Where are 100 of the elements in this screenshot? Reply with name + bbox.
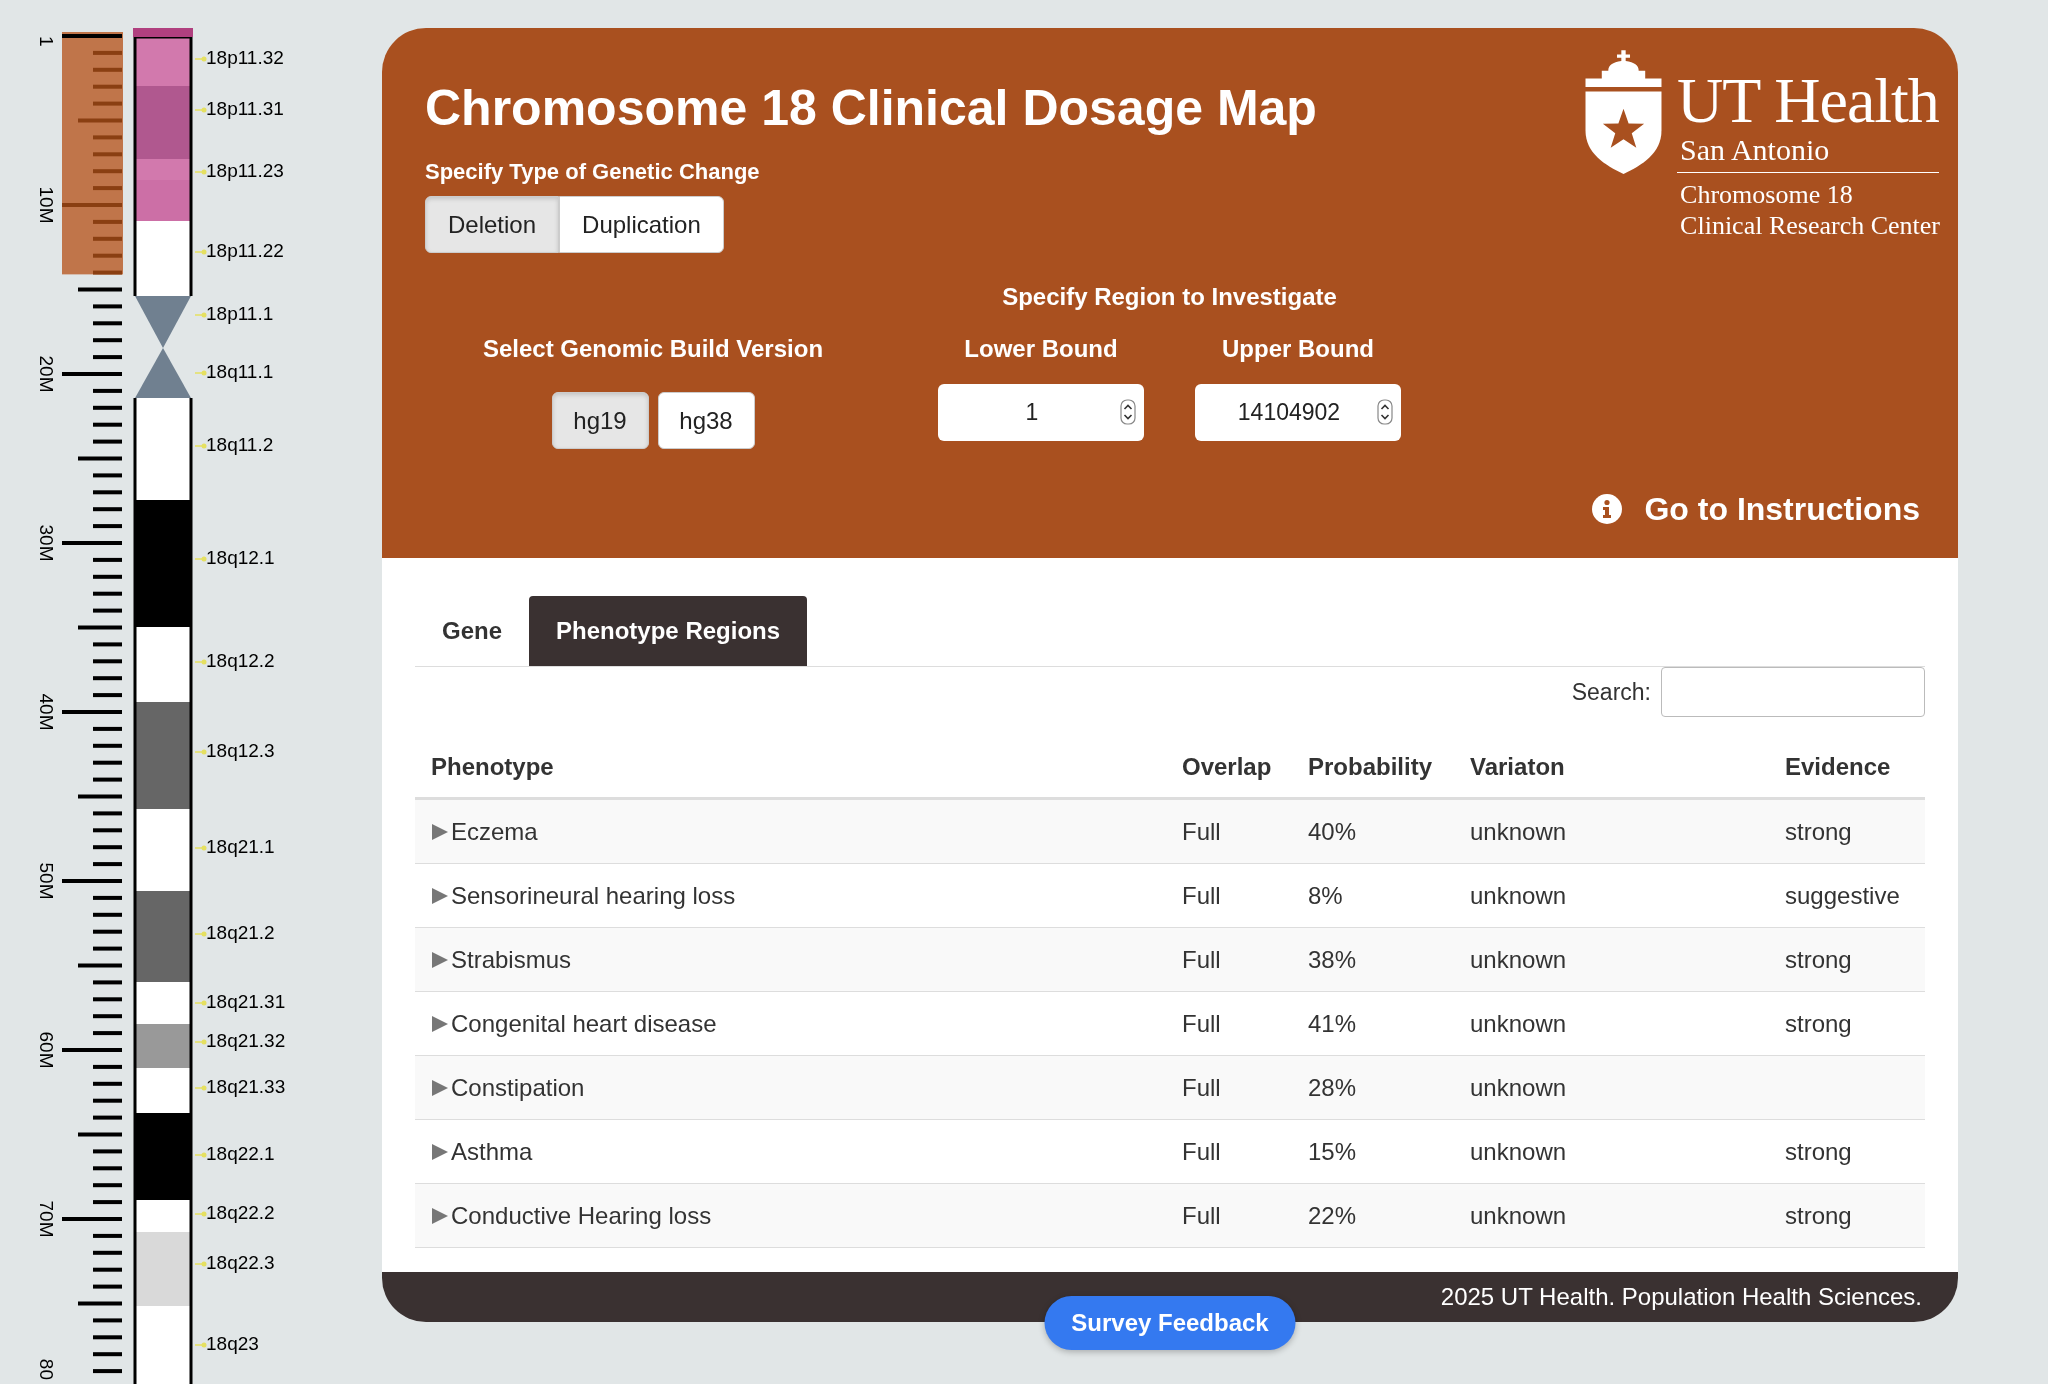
- table-cell-text: Strabismus: [451, 944, 572, 975]
- region-label: Specify Region to Investigate: [1002, 283, 1337, 311]
- leader-line: [194, 1152, 207, 1158]
- table-cell: Full: [1182, 945, 1221, 973]
- axis-label: 50M: [36, 862, 57, 900]
- logo-subtitle: San Antonio: [1677, 134, 1940, 173]
- toggle-button[interactable]: Duplication: [559, 196, 724, 253]
- bound-label: Upper Bound: [1222, 335, 1374, 363]
- table-cell-text: Congenital heart disease: [451, 1008, 717, 1039]
- expand-triangle-icon[interactable]: [431, 950, 449, 969]
- section-label: Specify Type of Genetic Change: [425, 158, 761, 186]
- axis-label: 80: [36, 1358, 57, 1380]
- expand-triangle-icon[interactable]: [431, 886, 449, 905]
- band-label: 18q23: [206, 1333, 259, 1354]
- search-label: Search:: [1571, 677, 1651, 707]
- table-cell: unknown: [1470, 1009, 1567, 1037]
- instructions-link[interactable]: Go to Instructions: [1592, 491, 1920, 527]
- column-header: Overlap: [1182, 752, 1272, 780]
- table-cell-text: Sensorineural hearing loss: [451, 880, 736, 911]
- survey-feedback-button[interactable]: Survey Feedback: [1044, 1296, 1296, 1350]
- band-label: 18q11.1: [206, 361, 274, 382]
- table-cell: strong: [1785, 945, 1852, 973]
- table-cell: unknown: [1470, 1201, 1567, 1229]
- table-row[interactable]: Conductive Hearing loss Full 22% unknown strong: [415, 1184, 1925, 1248]
- band-label: 18q12.3: [206, 740, 275, 761]
- expand-triangle-icon[interactable]: [431, 1014, 449, 1033]
- toggle-button[interactable]: hg38: [657, 392, 755, 449]
- axis-label: 1: [36, 36, 57, 47]
- axis-label: 40M: [36, 693, 57, 731]
- band-label: 18p11.23: [206, 160, 284, 181]
- table-cell: Full: [1182, 1201, 1221, 1229]
- toggle-button[interactable]: Deletion: [425, 196, 560, 253]
- axis-label: 70M: [36, 1200, 57, 1238]
- table-cell: suggestive: [1785, 881, 1900, 909]
- band-label: 18p11.22: [206, 240, 284, 261]
- search-field[interactable]: [1661, 667, 1925, 717]
- tab[interactable]: Gene: [415, 596, 530, 666]
- column-header: Probability: [1308, 752, 1433, 780]
- table-cell: 28%: [1308, 1073, 1357, 1101]
- leader-line: [194, 1261, 207, 1267]
- table-row[interactable]: Strabismus Full 38% unknown strong: [415, 928, 1925, 992]
- lower-bound-field[interactable]: 1: [938, 384, 1144, 441]
- table-cell: unknown: [1470, 1073, 1567, 1101]
- table-cell: unknown: [1470, 817, 1567, 845]
- band-label: 18q22.2: [206, 1202, 275, 1223]
- expand-triangle-icon[interactable]: [431, 1078, 449, 1097]
- leader-line: [194, 845, 207, 851]
- band-label: 18q12.2: [206, 650, 275, 671]
- band-label: 18q21.31: [206, 991, 286, 1012]
- table-cell: 8%: [1308, 881, 1343, 909]
- table-cell-text: Asthma: [451, 1136, 533, 1167]
- table-cell: 15%: [1308, 1137, 1357, 1165]
- expand-triangle-icon[interactable]: [431, 1206, 449, 1225]
- expand-triangle-icon[interactable]: [431, 1142, 449, 1161]
- leader-line: [194, 249, 207, 255]
- axis-label: 20M: [36, 355, 57, 393]
- table-cell: unknown: [1470, 945, 1567, 973]
- band-label: 18p11.31: [206, 98, 284, 119]
- table-cell: Full: [1182, 817, 1221, 845]
- column-header: Variaton: [1470, 752, 1565, 780]
- expand-triangle-icon[interactable]: [431, 822, 449, 841]
- band-label: 18q21.1: [206, 836, 275, 857]
- table-cell: 22%: [1308, 1201, 1357, 1229]
- table-cell: 40%: [1308, 817, 1357, 845]
- logo-name: UT Health: [1677, 68, 1940, 134]
- logo-text: Clinical Research Center: [1679, 210, 1940, 241]
- axis-label: 10M: [36, 186, 57, 224]
- upper-bound-field[interactable]: 14104902: [1195, 384, 1401, 441]
- band-label: 18q22.3: [206, 1252, 275, 1273]
- axis-label: 60M: [36, 1031, 57, 1069]
- page-title: Chromosome 18 Clinical Dosage Map: [425, 79, 1317, 138]
- info-icon: [1592, 494, 1623, 524]
- leader-line: [194, 556, 207, 562]
- leader-line: [194, 1211, 207, 1217]
- leader-line: [194, 443, 207, 449]
- bound-label: Lower Bound: [964, 335, 1118, 363]
- highlight-cap: [133, 28, 193, 37]
- table-cell-text: Constipation: [451, 1072, 585, 1103]
- band-label: 18q12.1: [206, 547, 275, 568]
- table-cell-text: Eczema: [451, 816, 538, 847]
- tab[interactable]: Phenotype Regions: [529, 596, 808, 666]
- table-cell: strong: [1785, 1137, 1852, 1165]
- spinner-icon: [1377, 399, 1393, 425]
- band-label: 18p11.1: [206, 303, 274, 324]
- band-label: 18q11.2: [206, 434, 274, 455]
- table-cell: unknown: [1470, 1137, 1567, 1165]
- leader-line: [194, 56, 207, 62]
- leader-line: [194, 370, 207, 376]
- table-cell-text: Conductive Hearing loss: [451, 1200, 712, 1231]
- build-label: Select Genomic Build Version: [482, 335, 824, 363]
- table-cell: strong: [1785, 1201, 1852, 1229]
- table-cell: Full: [1182, 1073, 1221, 1101]
- toggle-button[interactable]: hg19: [551, 392, 649, 449]
- table-row[interactable]: Constipation Full 28% unknown: [415, 1056, 1925, 1120]
- table-cell: Full: [1182, 1137, 1221, 1165]
- table-cell: strong: [1785, 817, 1852, 845]
- table-row[interactable]: Eczema Full 40% unknown strong: [415, 800, 1925, 864]
- logo-text: Chromosome 18: [1679, 179, 1854, 210]
- spinner-icon: [1120, 399, 1136, 425]
- band-label: 18q21.2: [206, 922, 275, 943]
